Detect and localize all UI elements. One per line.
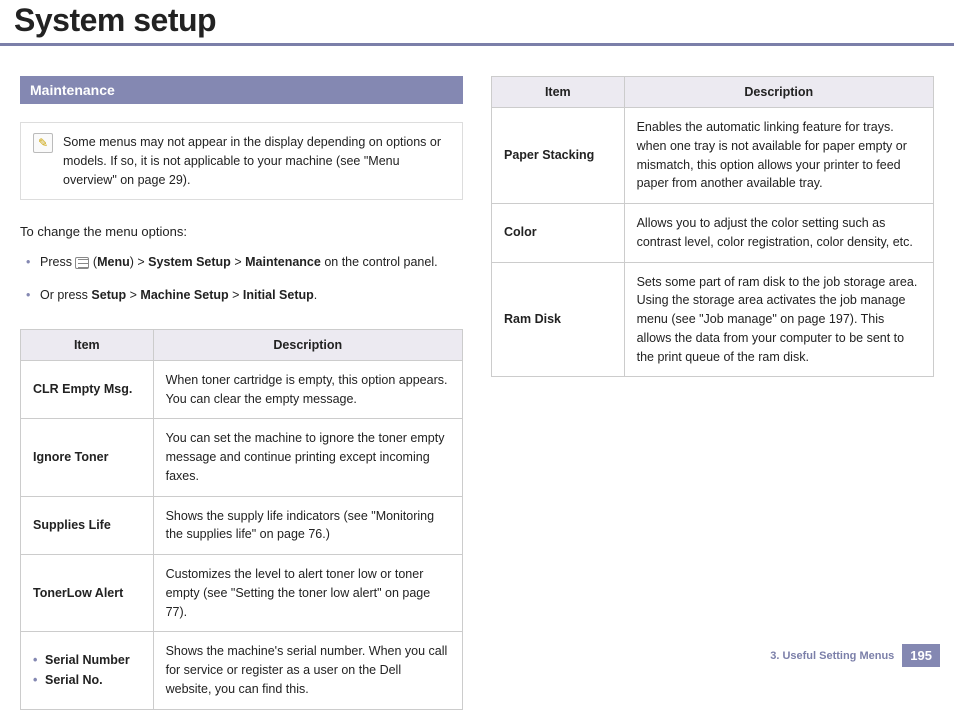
note-icon: ✎ xyxy=(33,133,53,153)
table-row: Serial Number Serial No. Shows the machi… xyxy=(21,632,463,709)
item-cell: Paper Stacking xyxy=(492,108,625,204)
table-row: Supplies Life Shows the supply life indi… xyxy=(21,496,463,555)
table-row: Color Allows you to adjust the color set… xyxy=(492,204,934,263)
instruction-list: Press (Menu) > System Setup > Maintenanc… xyxy=(20,253,463,305)
footer-chapter: 3. Useful Setting Menus xyxy=(770,650,894,662)
table-row: CLR Empty Msg. When toner cartridge is e… xyxy=(21,360,463,419)
separator: > xyxy=(232,288,239,302)
table-row: Paper Stacking Enables the automatic lin… xyxy=(492,108,934,204)
table-header-item: Item xyxy=(21,329,154,360)
desc-cell: Sets some part of ram disk to the job st… xyxy=(624,262,933,377)
left-column: Maintenance ✎ Some menus may not appear … xyxy=(20,76,463,710)
section-heading-maintenance: Maintenance xyxy=(20,76,463,104)
page-title: System setup xyxy=(14,2,940,39)
separator: > xyxy=(130,288,137,302)
right-table: Item Description Paper Stacking Enables … xyxy=(491,76,934,377)
item-cell: Ignore Toner xyxy=(21,419,154,496)
desc-cell: You can set the machine to ignore the to… xyxy=(153,419,462,496)
item-cell: TonerLow Alert xyxy=(21,555,154,632)
breadcrumb-maintenance: Maintenance xyxy=(245,255,321,269)
text: Or press xyxy=(40,288,91,302)
table-row: TonerLow Alert Customizes the level to a… xyxy=(21,555,463,632)
table-header-description: Description xyxy=(153,329,462,360)
table-header-item: Item xyxy=(492,77,625,108)
desc-cell: Enables the automatic linking feature fo… xyxy=(624,108,933,204)
table-header-description: Description xyxy=(624,77,933,108)
item-serial-no: Serial No. xyxy=(33,671,141,690)
text: on the control panel. xyxy=(324,255,437,269)
breadcrumb-system-setup: System Setup xyxy=(148,255,231,269)
separator: > xyxy=(137,255,144,269)
page-header: System setup xyxy=(0,0,954,46)
item-cell: CLR Empty Msg. xyxy=(21,360,154,419)
item-cell: Ram Disk xyxy=(492,262,625,377)
intro-text: To change the menu options: xyxy=(20,224,463,239)
breadcrumb-initial-setup: Initial Setup xyxy=(243,288,314,302)
left-table: Item Description CLR Empty Msg. When ton… xyxy=(20,329,463,710)
table-row: Ignore Toner You can set the machine to … xyxy=(21,419,463,496)
desc-cell: Shows the supply life indicators (see "M… xyxy=(153,496,462,555)
footer-page-number: 195 xyxy=(902,644,940,667)
note-text: Some menus may not appear in the display… xyxy=(63,133,450,189)
breadcrumb-machine-setup: Machine Setup xyxy=(140,288,228,302)
desc-cell: When toner cartridge is empty, this opti… xyxy=(153,360,462,419)
text: Press xyxy=(40,255,75,269)
menu-icon xyxy=(75,257,89,269)
text: . xyxy=(314,288,317,302)
right-column: Item Description Paper Stacking Enables … xyxy=(491,76,934,710)
desc-cell: Shows the machine's serial number. When … xyxy=(153,632,462,709)
menu-label: Menu xyxy=(97,255,130,269)
table-row: Ram Disk Sets some part of ram disk to t… xyxy=(492,262,934,377)
page-footer: 3. Useful Setting Menus 195 xyxy=(770,644,940,667)
item-cell: Color xyxy=(492,204,625,263)
instruction-item-1: Press (Menu) > System Setup > Maintenanc… xyxy=(26,253,463,272)
item-serial-number: Serial Number xyxy=(33,651,141,670)
breadcrumb-setup: Setup xyxy=(91,288,126,302)
desc-cell: Allows you to adjust the color setting s… xyxy=(624,204,933,263)
separator: > xyxy=(234,255,241,269)
content-columns: Maintenance ✎ Some menus may not appear … xyxy=(0,46,954,710)
item-cell: Supplies Life xyxy=(21,496,154,555)
note-box: ✎ Some menus may not appear in the displ… xyxy=(20,122,463,200)
instruction-item-2: Or press Setup > Machine Setup > Initial… xyxy=(26,286,463,305)
desc-cell: Customizes the level to alert toner low … xyxy=(153,555,462,632)
item-cell: Serial Number Serial No. xyxy=(21,632,154,709)
